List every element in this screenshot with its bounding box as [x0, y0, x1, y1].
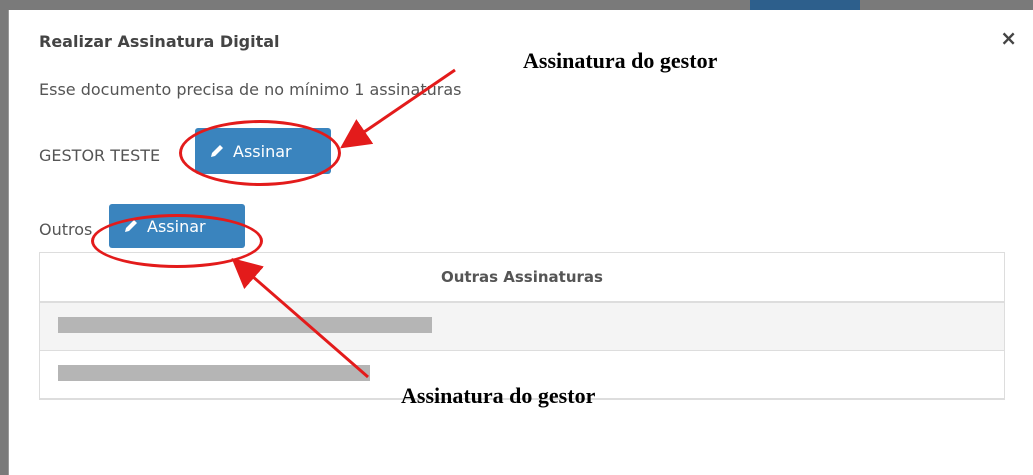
annotation-arrows	[231, 68, 456, 379]
arrow-to-outros	[231, 258, 369, 379]
arrow-to-gestor	[340, 68, 456, 149]
